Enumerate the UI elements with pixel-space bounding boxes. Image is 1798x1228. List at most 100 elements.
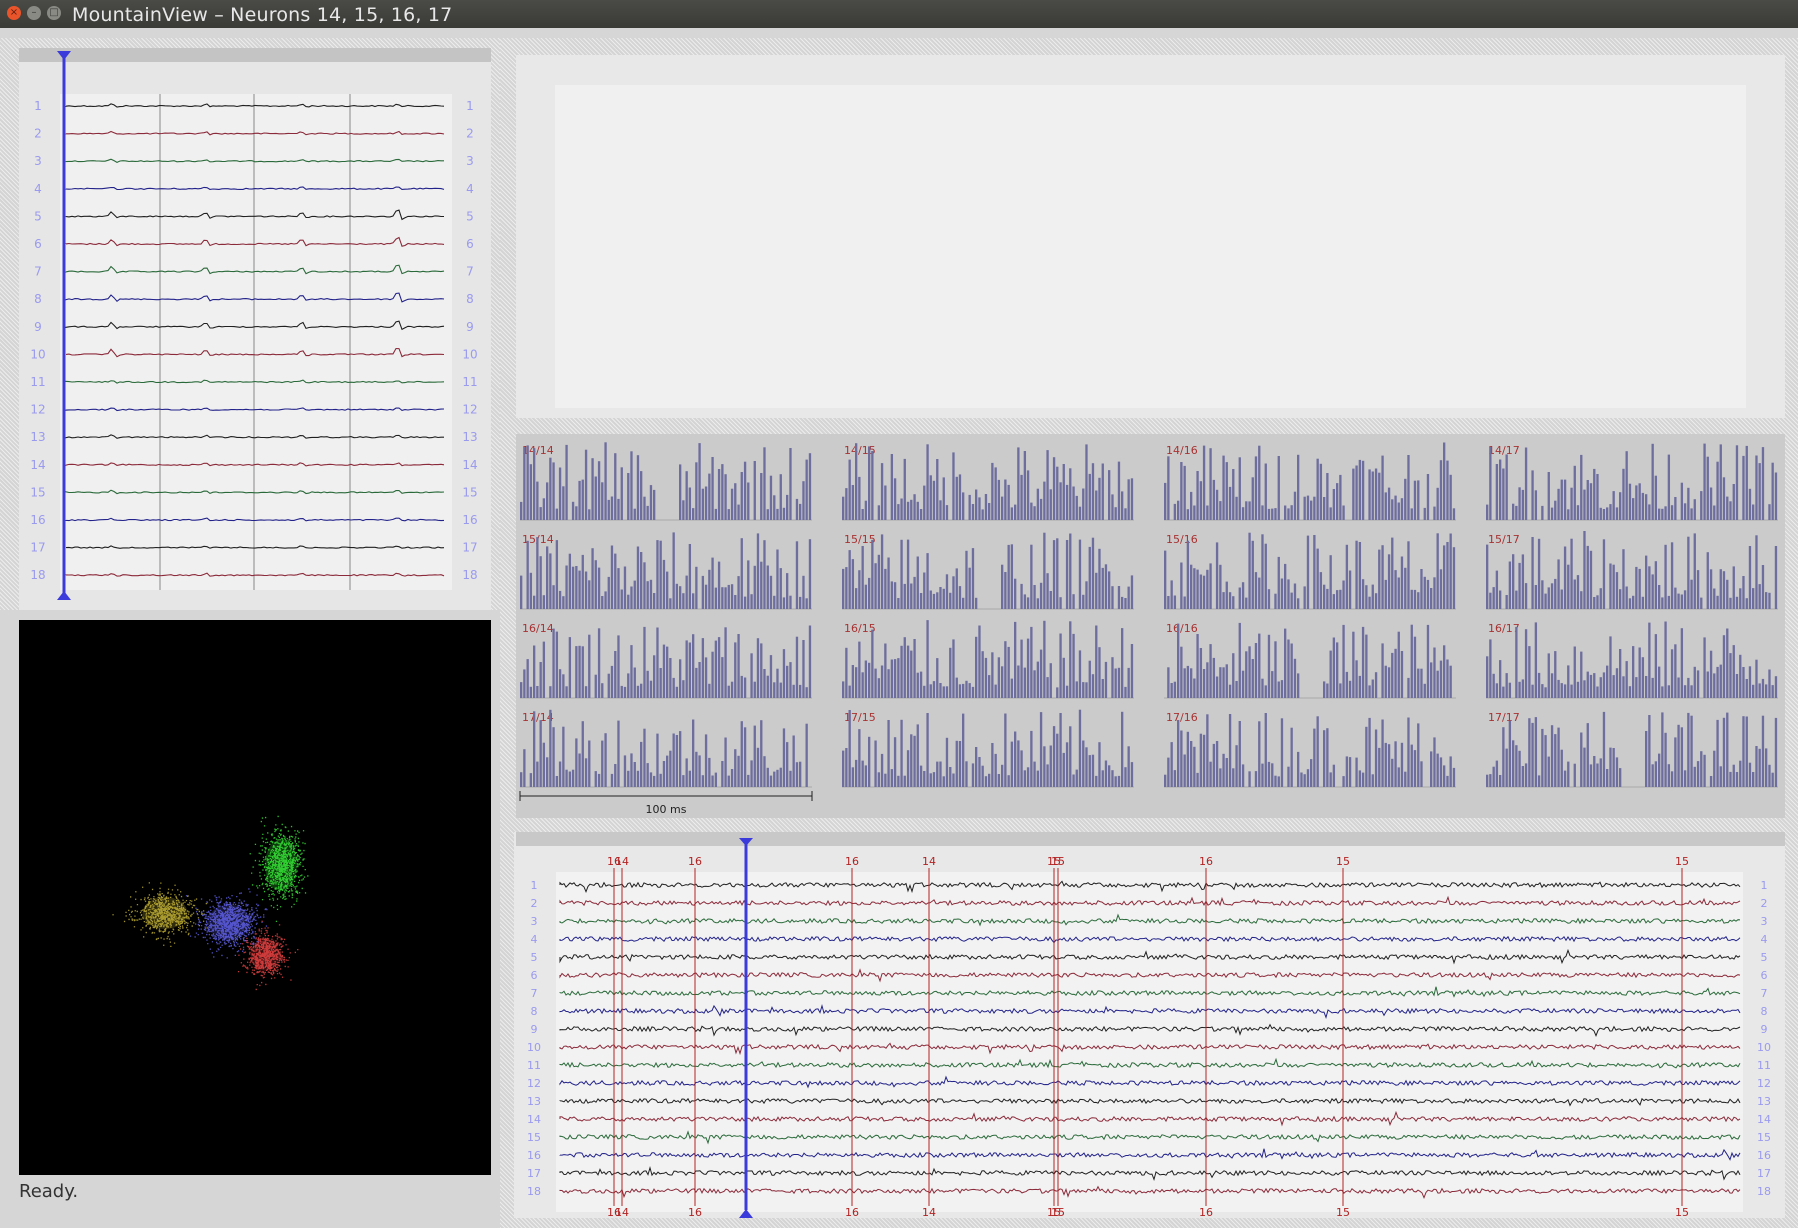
correlogram-bar bbox=[776, 508, 779, 520]
timeseries-view[interactable]: 1 12 23 34 45 56 67 78 89 910 1011 1112 1213 1314 1415… bbox=[514, 832, 1785, 1218]
correlogram-bar bbox=[763, 756, 766, 787]
correlogram-cell[interactable]: 14/16 bbox=[1164, 442, 1456, 521]
correlogram-grid[interactable]: 14/14 14/15 14/16 14/17 15/14 15/15 15/16 15/17… bbox=[516, 434, 1785, 818]
correlogram-cell[interactable]: 17/16 bbox=[1164, 711, 1456, 788]
correlogram-cell[interactable]: 15/17 bbox=[1486, 531, 1778, 610]
correlogram-bar bbox=[1378, 747, 1381, 787]
cluster-scatter-panel[interactable] bbox=[19, 620, 491, 1175]
correlogram-bar bbox=[1059, 713, 1062, 787]
templates-view[interactable]: 1 12 23 34 45 56 67 78 89 910 1011 1112 1213 1314 1415… bbox=[0, 38, 500, 610]
cluster-yellow[interactable] bbox=[112, 882, 208, 947]
correlogram-cell[interactable]: 14/17 bbox=[1486, 443, 1778, 521]
correlogram-label: 15/15 bbox=[844, 533, 876, 546]
correlogram-bar bbox=[1515, 745, 1518, 787]
correlogram-bar bbox=[1570, 684, 1573, 698]
title-bar: × – □ MountainView – Neurons 14, 15, 16,… bbox=[0, 0, 1798, 28]
correlogram-cell[interactable]: 15/15 bbox=[842, 532, 1134, 610]
correlogram-bar bbox=[1554, 734, 1557, 787]
correlogram-bar bbox=[808, 453, 812, 520]
correlogram-bar bbox=[1170, 742, 1173, 787]
correlogram-bar bbox=[1056, 733, 1059, 787]
correlogram-bar bbox=[1452, 547, 1456, 609]
correlogram-bar bbox=[805, 723, 808, 787]
correlogram-bar bbox=[1593, 597, 1596, 609]
correlogram-bar bbox=[1264, 543, 1267, 609]
event-label-bottom: 15 bbox=[1051, 1206, 1065, 1218]
correlogram-bar bbox=[1387, 554, 1391, 609]
correlogram-bar bbox=[1768, 764, 1771, 787]
correlogram-bar bbox=[649, 772, 653, 787]
correlogram-bar bbox=[1667, 454, 1671, 520]
correlogram-bar bbox=[1622, 549, 1625, 609]
correlogram-bar bbox=[1661, 712, 1664, 787]
correlogram-bar bbox=[1593, 468, 1596, 520]
correlogram-bar bbox=[1706, 456, 1709, 520]
close-icon[interactable]: × bbox=[7, 6, 21, 20]
correlogram-bar bbox=[594, 771, 597, 787]
timeseries-header-bar[interactable] bbox=[516, 832, 1785, 846]
correlogram-cell[interactable]: 17/14 bbox=[520, 709, 812, 788]
correlogram-bar bbox=[1323, 681, 1326, 698]
correlogram-bar bbox=[1413, 750, 1417, 787]
correlogram-bar bbox=[555, 776, 559, 787]
correlogram-bar bbox=[1095, 625, 1098, 698]
channel-label-left: 4 bbox=[34, 182, 42, 196]
correlogram-bar bbox=[1010, 507, 1014, 520]
correlogram-bar bbox=[1345, 756, 1349, 787]
correlogram-bar bbox=[675, 583, 679, 609]
correlogram-bar bbox=[858, 729, 861, 787]
correlogram-bar bbox=[1413, 589, 1417, 609]
correlogram-bar bbox=[1625, 451, 1628, 520]
maximize-icon[interactable]: □ bbox=[47, 6, 61, 20]
correlogram-bar bbox=[601, 482, 604, 520]
correlogram-bar bbox=[1001, 666, 1004, 698]
correlogram-bar bbox=[562, 726, 565, 787]
correlogram-bar bbox=[1586, 545, 1589, 609]
correlogram-bar bbox=[1722, 571, 1726, 609]
correlogram-bar bbox=[1020, 639, 1023, 698]
correlogram-bar bbox=[555, 540, 559, 609]
correlogram-bar bbox=[747, 774, 750, 787]
correlogram-cell[interactable]: 17/17 bbox=[1486, 711, 1778, 788]
correlogram-bar bbox=[1580, 651, 1583, 698]
empty-view-canvas[interactable] bbox=[555, 85, 1746, 408]
event-label-top: 14 bbox=[615, 855, 629, 868]
correlogram-bar bbox=[1046, 573, 1049, 609]
correlogram-bar bbox=[1124, 686, 1127, 698]
correlogram-cell[interactable]: 16/15 bbox=[842, 620, 1134, 699]
correlogram-bar bbox=[1495, 464, 1499, 520]
correlogram-cell[interactable]: 15/16 bbox=[1164, 532, 1456, 610]
correlogram-bar bbox=[607, 673, 610, 698]
correlogram-cell[interactable]: 14/14 bbox=[520, 442, 812, 521]
correlogram-cell[interactable]: 17/15 bbox=[842, 709, 1134, 788]
correlogram-bar bbox=[773, 495, 776, 520]
correlogram-cell[interactable]: 16/16 bbox=[1164, 622, 1456, 699]
correlogram-bar bbox=[1114, 507, 1117, 520]
correlogram-bar bbox=[1209, 563, 1212, 609]
correlogram-bar bbox=[662, 559, 666, 609]
correlogram-bar bbox=[988, 675, 991, 698]
correlogram-cell[interactable]: 14/15 bbox=[842, 443, 1134, 521]
correlogram-bar bbox=[1300, 772, 1303, 787]
channel-label-left: 15 bbox=[527, 1131, 541, 1144]
minimize-icon[interactable]: – bbox=[27, 6, 41, 20]
correlogram-bar bbox=[779, 682, 782, 698]
correlogram-bar bbox=[1541, 728, 1544, 787]
correlogram-bar bbox=[962, 597, 965, 609]
correlogram-cell[interactable]: 15/14 bbox=[520, 532, 812, 610]
correlogram-bar bbox=[610, 773, 614, 787]
correlogram-bar bbox=[929, 475, 932, 520]
correlogram-bar bbox=[685, 640, 688, 698]
templates-header-bar[interactable] bbox=[19, 48, 491, 62]
correlogram-bar bbox=[1722, 717, 1726, 787]
correlogram-bar bbox=[1687, 536, 1690, 609]
correlogram-cell[interactable]: 16/17 bbox=[1486, 621, 1778, 699]
correlogram-bar bbox=[1030, 626, 1033, 698]
correlogram-cell[interactable]: 16/14 bbox=[520, 622, 812, 699]
correlogram-bar bbox=[1225, 664, 1228, 698]
correlogram-bar bbox=[893, 659, 897, 698]
correlogram-bar bbox=[653, 775, 656, 787]
correlogram-bar bbox=[1765, 592, 1768, 609]
channel-label-left: 5 bbox=[531, 951, 538, 964]
cluster-scatter-view[interactable] bbox=[19, 620, 491, 1175]
